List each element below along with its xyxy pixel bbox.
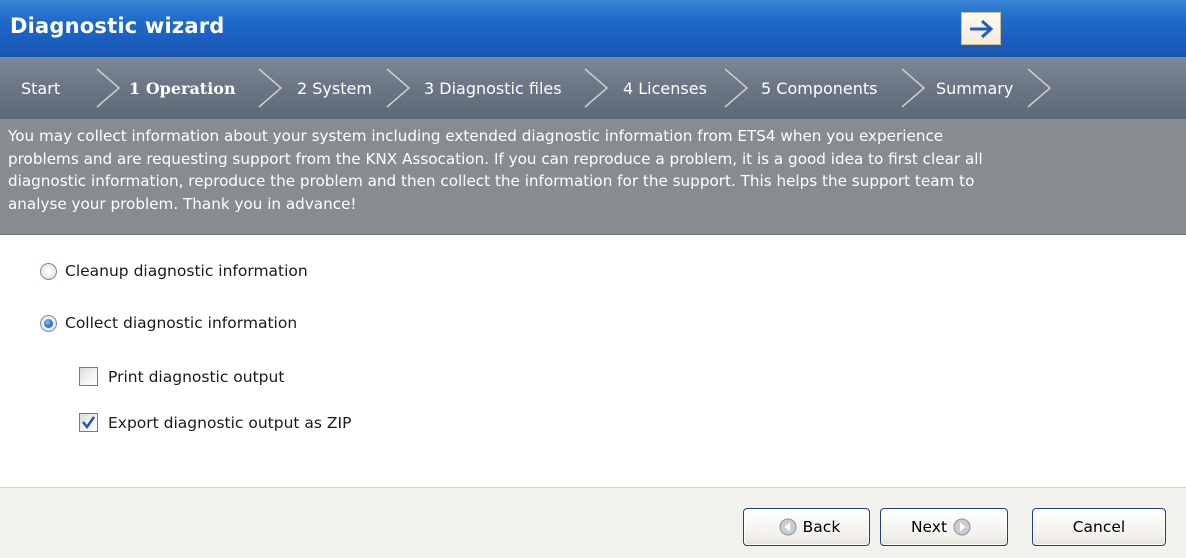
next-button[interactable]: Next (880, 508, 1008, 546)
window-title: Diagnostic wizard (10, 14, 225, 38)
description-line: problems and are requesting support from… (8, 149, 983, 168)
back-button[interactable]: Back (743, 508, 870, 546)
step-start[interactable]: Start (21, 57, 60, 119)
description-panel: You may collect information about your s… (0, 119, 1186, 235)
back-arrow-icon (779, 518, 797, 536)
title-bar: Diagnostic wizard (0, 0, 1186, 57)
step-separator-icon (901, 68, 926, 108)
checkmark-icon (82, 416, 95, 430)
collect-radio-option[interactable]: Collect diagnostic information (40, 314, 297, 332)
next-label: Next (910, 518, 948, 536)
print-checkbox-option[interactable]: Print diagnostic output (79, 367, 284, 386)
export-zip-label: Export diagnostic output as ZIP (108, 413, 352, 432)
collect-label: Collect diagnostic information (65, 314, 298, 332)
step-separator-icon (1027, 68, 1052, 108)
step-licenses[interactable]: 4 Licenses (623, 57, 707, 119)
step-separator-icon (724, 68, 749, 108)
wizard-step-bar: Start 1 Operation 2 System 3 Diagnostic … (0, 57, 1186, 119)
next-arrow-icon (953, 518, 971, 536)
print-label: Print diagnostic output (108, 367, 285, 386)
checkbox-unchecked-icon[interactable] (79, 367, 98, 386)
step-operation[interactable]: 1 Operation (129, 57, 236, 119)
description-line: analyse your problem. Thank you in advan… (8, 194, 357, 213)
description-line: diagnostic information, reproduce the pr… (8, 172, 975, 190)
checkbox-checked-icon[interactable] (79, 413, 98, 432)
radio-selected-icon[interactable] (40, 314, 57, 332)
cancel-label: Cancel (1072, 518, 1126, 536)
step-separator-icon (386, 68, 411, 108)
step-diagnostic-files[interactable]: 3 Diagnostic files (424, 57, 562, 119)
cancel-button[interactable]: Cancel (1032, 508, 1166, 546)
export-zip-checkbox-option[interactable]: Export diagnostic output as ZIP (79, 413, 351, 432)
arrow-right-icon (970, 19, 994, 38)
cleanup-radio-option[interactable]: Cleanup diagnostic information (40, 262, 308, 280)
step-system[interactable]: 2 System (297, 57, 372, 119)
forward-button[interactable] (961, 12, 1001, 45)
description-line: You may collect information about your s… (8, 127, 944, 145)
step-components[interactable]: 5 Components (761, 57, 878, 119)
back-label: Back (802, 518, 841, 536)
cleanup-label: Cleanup diagnostic information (65, 262, 308, 280)
radio-unselected-icon[interactable] (40, 262, 57, 280)
step-separator-icon (96, 68, 121, 108)
step-separator-icon (584, 68, 609, 108)
step-summary[interactable]: Summary (936, 57, 1013, 119)
step-separator-icon (258, 68, 283, 108)
footer-bar: Back Next Cancel (0, 487, 1186, 558)
options-panel: Cleanup diagnostic information Collect d… (0, 235, 1186, 487)
